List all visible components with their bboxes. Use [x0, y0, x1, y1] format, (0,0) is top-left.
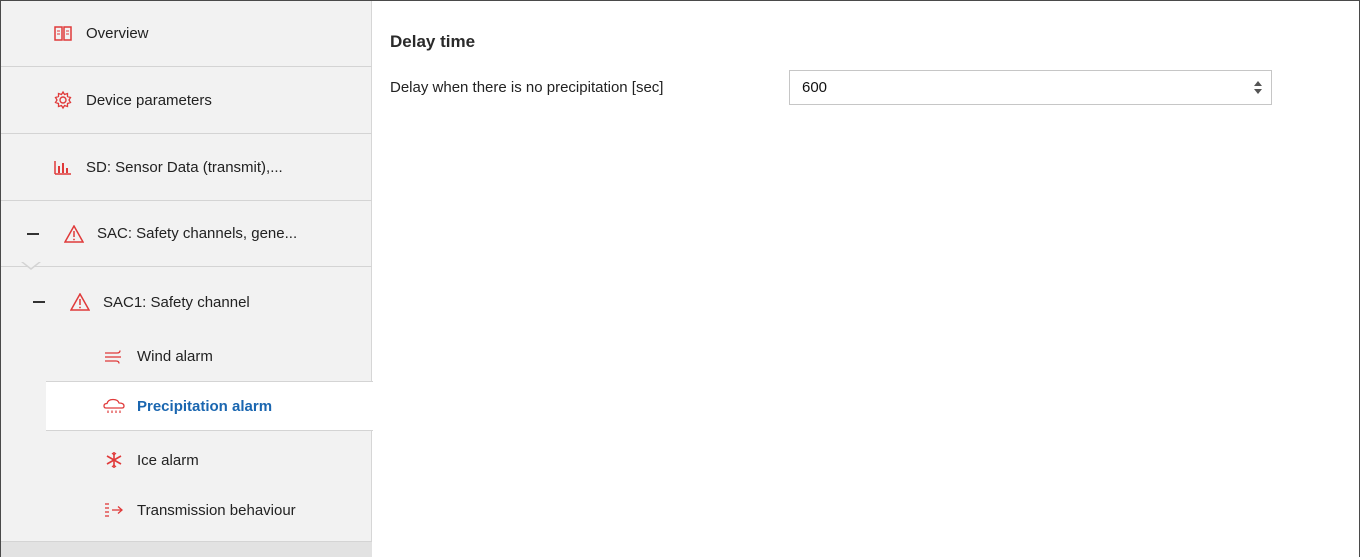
sidebar-item-transmission-behaviour[interactable]: Transmission behaviour — [1, 485, 372, 535]
sidebar-item-label: Device parameters — [86, 91, 212, 109]
book-icon — [52, 23, 74, 45]
spin-buttons[interactable] — [1245, 71, 1271, 104]
sidebar-item-label: Overview — [86, 25, 149, 42]
collapse-icon[interactable] — [27, 232, 39, 235]
gear-icon — [52, 89, 74, 111]
sidebar-item-label: SAC: Safety channels, gene... — [97, 225, 298, 242]
delay-value-input[interactable]: 600 — [790, 79, 1245, 96]
sidebar-item-ice-alarm[interactable]: Ice alarm — [1, 435, 372, 485]
sidebar-item-label: SD: Sensor Data (transmit),... — [86, 158, 283, 176]
warning-icon — [63, 223, 85, 245]
sidebar-item-safety-channel-1[interactable]: SAC1: Safety channel — [1, 271, 372, 333]
sidebar-item-safety-channels[interactable]: SAC: Safety channels, gene... — [1, 201, 372, 267]
sidebar-item-device-parameters[interactable]: Device parameters — [1, 67, 372, 134]
collapse-icon[interactable] — [33, 301, 45, 303]
main-panel: Delay time Delay when there is no precip… — [373, 1, 1358, 557]
sidebar: Overview Device parameters SD: Sensor Da… — [1, 1, 373, 557]
delay-field-label: Delay when there is no precipitation [se… — [390, 79, 664, 96]
sidebar-item-label: Precipitation alarm — [137, 397, 273, 415]
delay-spinbox[interactable]: 600 — [789, 70, 1272, 105]
wind-icon — [103, 345, 125, 367]
sidebar-item-sensor-data[interactable]: SD: Sensor Data (transmit),... — [1, 134, 372, 201]
transmit-icon — [103, 499, 125, 521]
sidebar-item-label: Ice alarm — [137, 451, 199, 469]
warning-icon — [69, 291, 91, 313]
sidebar-bottom-strip — [1, 541, 372, 557]
section-title: Delay time — [390, 32, 476, 51]
sidebar-item-label: SAC1: Safety channel — [103, 293, 250, 311]
sidebar-item-label: Wind alarm — [137, 347, 213, 365]
bar-chart-icon — [52, 156, 74, 178]
snowflake-icon — [103, 449, 125, 471]
decrement-arrow-icon[interactable] — [1254, 89, 1262, 94]
increment-arrow-icon[interactable] — [1254, 81, 1262, 86]
sidebar-item-wind-alarm[interactable]: Wind alarm — [1, 333, 372, 379]
sidebar-item-label: Transmission behaviour — [137, 501, 296, 519]
tree-notch — [21, 261, 41, 270]
rain-cloud-icon — [103, 395, 125, 417]
sidebar-item-overview[interactable]: Overview — [1, 1, 372, 67]
sidebar-item-precipitation-alarm[interactable]: Precipitation alarm — [46, 381, 373, 431]
